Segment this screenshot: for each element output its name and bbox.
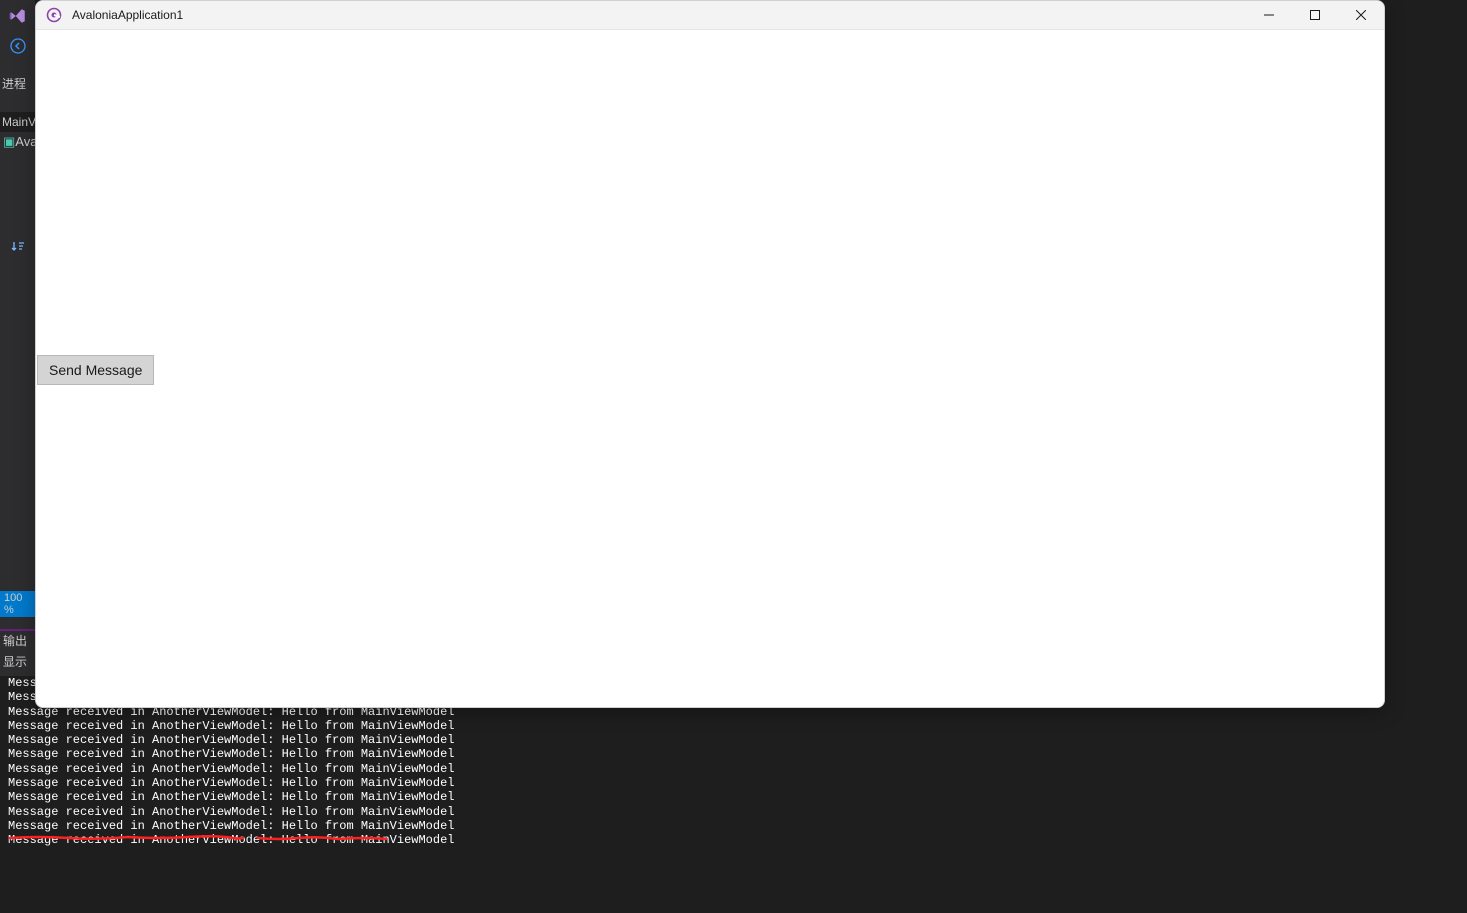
console-line: Message received in AnotherViewModel: He… [8,762,1467,776]
sort-icon[interactable] [0,238,35,259]
close-button[interactable] [1338,1,1384,29]
output-console: MessMessMessage received in AnotherViewM… [0,676,1467,913]
window-titlebar[interactable]: AvaloniaApplication1 [36,1,1384,30]
titlebar-left: AvaloniaApplication1 [36,7,183,23]
mainview-tab[interactable]: MainV [0,112,35,132]
console-line: Message received in AnotherViewModel: He… [8,719,1467,733]
console-line: Message received in AnotherViewModel: He… [8,790,1467,804]
process-label: 进程 [0,73,35,94]
app-content-area: Send Message [36,30,1384,707]
console-line: Message received in AnotherViewModel: He… [8,776,1467,790]
app-icon [46,7,62,23]
console-line: Message received in AnotherViewModel: He… [8,733,1467,747]
output-panel-label[interactable]: 输出 [3,632,27,649]
application-window: AvaloniaApplication1 Send Message [35,0,1385,708]
status-bar-accent [0,629,35,631]
back-arrow-icon[interactable] [0,38,35,57]
annotation-underline [8,834,388,838]
avalonia-tab[interactable]: ▣Ava [0,132,35,152]
minimize-button[interactable] [1246,1,1292,29]
window-title: AvaloniaApplication1 [72,8,183,22]
console-line: Message received in AnotherViewModel: He… [8,805,1467,819]
show-output-label: 显示 [3,653,33,670]
send-message-button[interactable]: Send Message [37,355,154,385]
maximize-button[interactable] [1292,1,1338,29]
vs-logo-icon [8,6,28,26]
console-line: Message received in AnotherViewModel: He… [8,819,1467,833]
titlebar-controls [1246,1,1384,29]
console-line: Message received in AnotherViewModel: He… [8,747,1467,761]
zoom-indicator[interactable]: 100 % [0,591,35,617]
